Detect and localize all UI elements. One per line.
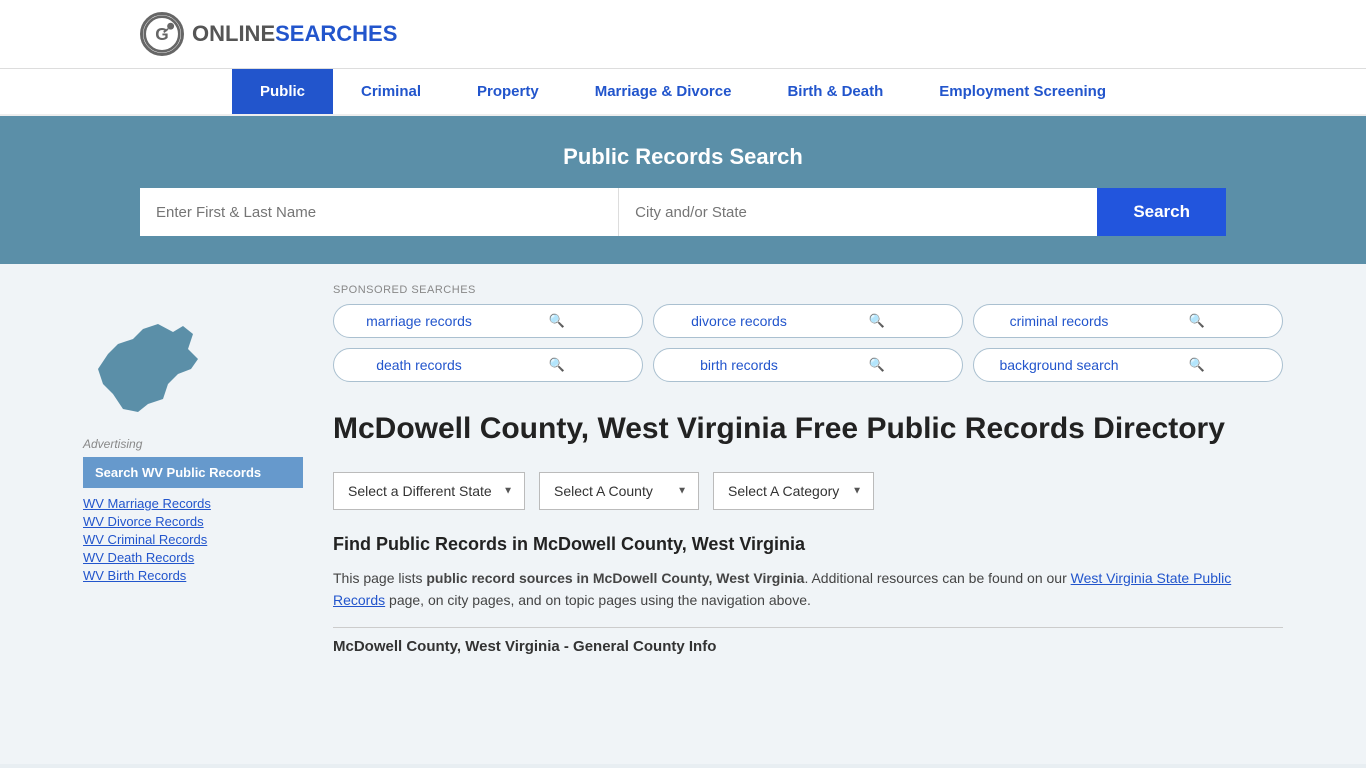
nav-criminal[interactable]: Criminal	[333, 69, 449, 114]
logo: G ONLINESEARCHES	[140, 12, 397, 56]
sidebar-link-death[interactable]: WV Death Records	[83, 550, 303, 565]
logo-searches: SEARCHES	[275, 21, 397, 46]
sidebar-link-marriage[interactable]: WV Marriage Records	[83, 496, 303, 511]
sidebar: Advertising Search WV Public Records WV …	[83, 264, 303, 675]
section-divider	[333, 627, 1283, 628]
pill-criminal[interactable]: criminal records 🔍	[973, 304, 1283, 338]
state-map-image	[83, 304, 303, 427]
pill-marriage[interactable]: marriage records 🔍	[333, 304, 643, 338]
county-dropdown[interactable]: Select A County	[539, 472, 699, 510]
search-icon-criminal: 🔍	[1128, 313, 1266, 329]
logo-online: ONLINE	[192, 21, 275, 46]
logo-icon: G	[140, 12, 184, 56]
nav-property[interactable]: Property	[449, 69, 567, 114]
desc-part3: page, on city pages, and on topic pages …	[385, 592, 811, 608]
pill-marriage-label: marriage records	[350, 313, 488, 329]
find-heading: Find Public Records in McDowell County, …	[333, 534, 1283, 555]
search-icon-birth: 🔍	[808, 357, 946, 373]
advertising-label: Advertising	[83, 437, 303, 451]
nav-birth-death[interactable]: Birth & Death	[759, 69, 911, 114]
wv-state-shape	[83, 304, 213, 424]
page-title-row: McDowell County, West Virginia Free Publ…	[333, 410, 1283, 448]
sidebar-links: WV Marriage Records WV Divorce Records W…	[83, 496, 303, 583]
pill-background-label: background search	[990, 357, 1128, 373]
page-title-block: McDowell County, West Virginia Free Publ…	[333, 410, 1225, 448]
sidebar-ad-box[interactable]: Search WV Public Records	[83, 457, 303, 488]
search-icon-marriage: 🔍	[488, 313, 626, 329]
search-button[interactable]: Search	[1097, 188, 1226, 236]
main-layout: Advertising Search WV Public Records WV …	[63, 264, 1303, 675]
pill-criminal-label: criminal records	[990, 313, 1128, 329]
state-dropdown-wrapper: Select a Different State	[333, 472, 525, 510]
description-text: This page lists public record sources in…	[333, 567, 1283, 612]
category-dropdown[interactable]: Select A Category	[713, 472, 874, 510]
state-dropdown[interactable]: Select a Different State	[333, 472, 525, 510]
content-area: SPONSORED SEARCHES marriage records 🔍 di…	[303, 264, 1283, 675]
nav-public[interactable]: Public	[232, 69, 333, 114]
pill-death[interactable]: death records 🔍	[333, 348, 643, 382]
location-input[interactable]	[619, 188, 1097, 236]
search-banner-title: Public Records Search	[140, 144, 1226, 170]
search-icon-death: 🔍	[488, 357, 626, 373]
search-banner: Public Records Search Search	[0, 116, 1366, 264]
category-dropdown-wrapper: Select A Category	[713, 472, 874, 510]
desc-part1: This page lists	[333, 570, 426, 586]
nav-marriage-divorce[interactable]: Marriage & Divorce	[567, 69, 760, 114]
search-icon-divorce: 🔍	[808, 313, 946, 329]
sponsored-label: SPONSORED SEARCHES	[333, 284, 1283, 296]
header: G ONLINESEARCHES	[0, 0, 1366, 69]
sponsored-grid: marriage records 🔍 divorce records 🔍 cri…	[333, 304, 1283, 382]
pill-death-label: death records	[350, 357, 488, 373]
pill-background[interactable]: background search 🔍	[973, 348, 1283, 382]
svg-text:G: G	[155, 24, 168, 44]
desc-part2: . Additional resources can be found on o…	[804, 570, 1070, 586]
pill-birth-label: birth records	[670, 357, 808, 373]
pill-divorce-label: divorce records	[670, 313, 808, 329]
page-title: McDowell County, West Virginia Free Publ…	[333, 410, 1225, 448]
search-icon-background: 🔍	[1128, 357, 1266, 373]
search-form: Search	[140, 188, 1226, 236]
desc-bold: public record sources in McDowell County…	[426, 570, 804, 586]
logo-text: ONLINESEARCHES	[192, 21, 397, 47]
name-input[interactable]	[140, 188, 619, 236]
pill-divorce[interactable]: divorce records 🔍	[653, 304, 963, 338]
county-dropdown-wrapper: Select A County	[539, 472, 699, 510]
dropdowns-row: Select a Different State Select A County…	[333, 472, 1283, 510]
main-nav: Public Criminal Property Marriage & Divo…	[0, 69, 1366, 116]
sidebar-link-divorce[interactable]: WV Divorce Records	[83, 514, 303, 529]
pill-birth[interactable]: birth records 🔍	[653, 348, 963, 382]
sidebar-link-criminal[interactable]: WV Criminal Records	[83, 532, 303, 547]
nav-employment[interactable]: Employment Screening	[911, 69, 1134, 114]
sidebar-link-birth[interactable]: WV Birth Records	[83, 568, 303, 583]
general-info-heading: McDowell County, West Virginia - General…	[333, 638, 1283, 655]
